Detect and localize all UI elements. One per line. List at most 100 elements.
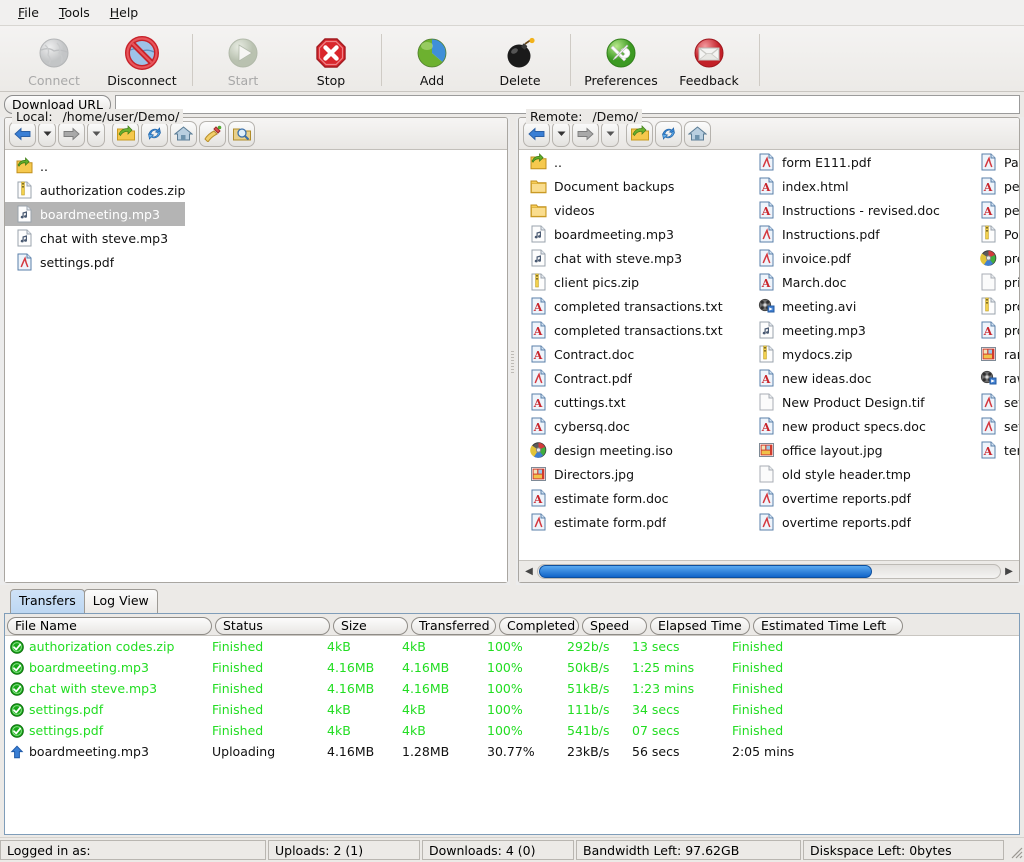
remote-column-3[interactable]: ParisAperfoApettyPortfopreseprintproduAp… — [969, 150, 1019, 560]
transfer-row[interactable]: boardmeeting.mp3 Finished 4.16MB 4.16MB 100%… — [5, 657, 1019, 678]
menu-help[interactable]: Help — [100, 3, 149, 22]
scroll-right-arrow-icon[interactable]: ▶ — [1001, 563, 1017, 581]
local-back-history-button[interactable] — [38, 120, 56, 147]
file-list-item[interactable]: boardmeeting.mp3 — [519, 222, 747, 246]
file-list-item[interactable]: Aterms — [969, 438, 1019, 462]
menu-tools[interactable]: Tools — [49, 3, 100, 22]
local-forward-history-button[interactable] — [87, 120, 105, 147]
toolbar-feedback-button[interactable]: Feedback — [665, 32, 753, 88]
transfer-row[interactable]: settings.pdf Finished 4kB 4kB 100% 111b/s 34 s… — [5, 699, 1019, 720]
file-list-item[interactable]: settin — [969, 390, 1019, 414]
toolbar-start-button[interactable]: Start — [199, 32, 287, 88]
file-list-item[interactable]: .. — [5, 154, 185, 178]
tab-transfers[interactable]: Transfers — [10, 589, 85, 613]
toolbar-stop-button[interactable]: Stop — [287, 32, 375, 88]
local-up-directory-button[interactable] — [112, 120, 139, 147]
file-list-item[interactable]: Document backups — [519, 174, 747, 198]
file-list-item[interactable]: form E111.pdf — [747, 150, 969, 174]
transfer-row[interactable]: chat with steve.mp3 Finished 4.16MB 4.16MB 1… — [5, 678, 1019, 699]
file-list-item[interactable]: chat with steve.mp3 — [519, 246, 747, 270]
file-list-item[interactable]: Acybersq.doc — [519, 414, 747, 438]
file-list-item[interactable]: Aindex.html — [747, 174, 969, 198]
column-header-transferred[interactable]: Transferred — [411, 616, 496, 635]
file-list-item[interactable]: videos — [519, 198, 747, 222]
file-list-item[interactable]: Acompleted transactions.txt — [519, 294, 747, 318]
remote-forward-button[interactable] — [572, 120, 599, 147]
remote-column-1[interactable]: .. Document backups videos boardmeeting.mp3… — [519, 150, 747, 560]
remote-forward-history-button[interactable] — [601, 120, 619, 147]
file-list-item[interactable]: prese — [969, 246, 1019, 270]
remote-back-history-button[interactable] — [552, 120, 570, 147]
transfers-table-body[interactable]: authorization codes.zip Finished 4kB 4kB 100… — [5, 636, 1019, 762]
remote-back-button[interactable] — [523, 120, 550, 147]
file-list-item[interactable]: Acompleted transactions.txt — [519, 318, 747, 342]
remote-refresh-button[interactable] — [655, 120, 682, 147]
column-header-completed[interactable]: Completed — [499, 616, 579, 635]
local-file-list[interactable]: .. authorization codes.zip boardmeeting.mp… — [5, 150, 507, 582]
remote-horizontal-scrollbar[interactable]: ◀ ▶ — [519, 560, 1019, 582]
file-list-item[interactable]: overtime reports.pdf — [747, 510, 969, 534]
file-list-item[interactable]: Instructions.pdf — [747, 222, 969, 246]
file-list-item[interactable]: Portfo — [969, 222, 1019, 246]
file-list-item[interactable]: meeting.avi — [747, 294, 969, 318]
file-list-item[interactable]: mydocs.zip — [747, 342, 969, 366]
file-list-item[interactable]: raw fe — [969, 366, 1019, 390]
file-list-item[interactable]: A March.doc — [747, 270, 969, 294]
column-header-estimated-time-left[interactable]: Estimated Time Left — [753, 616, 903, 635]
file-list-item[interactable]: design meeting.iso — [519, 438, 747, 462]
file-list-item[interactable]: office layout.jpg — [747, 438, 969, 462]
file-list-item[interactable]: Acuttings.txt — [519, 390, 747, 414]
column-header-speed[interactable]: Speed — [582, 616, 647, 635]
file-list-item[interactable]: Aprodu — [969, 318, 1019, 342]
transfer-row[interactable]: boardmeeting.mp3 Uploading 4.16MB 1.28MB 30.… — [5, 741, 1019, 762]
remote-file-list[interactable]: .. Document backups videos boardmeeting.mp3… — [519, 150, 1019, 560]
scrollbar-track[interactable] — [537, 564, 1001, 579]
toolbar-disconnect-button[interactable]: Disconnect — [98, 32, 186, 88]
column-header-size[interactable]: Size — [333, 616, 408, 635]
toolbar-preferences-button[interactable]: Preferences — [577, 32, 665, 88]
file-list-item[interactable]: ramar — [969, 342, 1019, 366]
remote-home-button[interactable] — [684, 120, 711, 147]
file-list-item[interactable]: authorization codes.zip — [5, 178, 185, 202]
file-list-item[interactable]: Paris — [969, 150, 1019, 174]
file-list-item[interactable]: Aperfo — [969, 174, 1019, 198]
resize-grip-icon[interactable] — [1006, 840, 1024, 860]
local-forward-button[interactable] — [58, 120, 85, 147]
file-list-item[interactable]: produ — [969, 294, 1019, 318]
remote-column-2[interactable]: form E111.pdf Aindex.html A Instructions - … — [747, 150, 969, 560]
local-back-button[interactable] — [9, 120, 36, 147]
file-list-item[interactable]: estimate form.pdf — [519, 510, 747, 534]
file-list-item[interactable]: Directors.jpg — [519, 462, 747, 486]
scroll-left-arrow-icon[interactable]: ◀ — [521, 563, 537, 581]
file-list-item[interactable]: Anew product specs.doc — [747, 414, 969, 438]
file-list-item[interactable]: Contract.pdf — [519, 366, 747, 390]
local-home-button[interactable] — [170, 120, 197, 147]
menu-file[interactable]: File — [8, 3, 49, 22]
file-list-item[interactable]: A Instructions - revised.doc — [747, 198, 969, 222]
file-list-item[interactable]: Anew ideas.doc — [747, 366, 969, 390]
local-refresh-button[interactable] — [141, 120, 168, 147]
remote-up-directory-button[interactable] — [626, 120, 653, 147]
file-list-item[interactable]: invoice.pdf — [747, 246, 969, 270]
tab-log-view[interactable]: Log View — [83, 589, 158, 613]
file-list-item[interactable]: print — [969, 270, 1019, 294]
file-list-item[interactable]: .. — [519, 150, 747, 174]
file-list-item[interactable]: settin — [969, 414, 1019, 438]
toolbar-connect-button[interactable]: Connect — [10, 32, 98, 88]
local-cleanup-button[interactable] — [199, 120, 226, 147]
transfer-row[interactable]: authorization codes.zip Finished 4kB 4kB 100… — [5, 636, 1019, 657]
column-header-status[interactable]: Status — [215, 616, 330, 635]
scrollbar-thumb[interactable] — [539, 565, 872, 578]
local-find-button[interactable] — [228, 120, 255, 147]
file-list-item[interactable]: Aestimate form.doc — [519, 486, 747, 510]
file-list-item[interactable]: A Contract.doc — [519, 342, 747, 366]
toolbar-delete-button[interactable]: Delete — [476, 32, 564, 88]
file-list-item[interactable]: settings.pdf — [5, 250, 185, 274]
file-list-item[interactable]: client pics.zip — [519, 270, 747, 294]
file-list-item[interactable]: Apetty — [969, 198, 1019, 222]
column-header-elapsed-time[interactable]: Elapsed Time — [650, 616, 750, 635]
file-list-item[interactable]: New Product Design.tif — [747, 390, 969, 414]
toolbar-add-button[interactable]: Add — [388, 32, 476, 88]
file-list-item[interactable]: old style header.tmp — [747, 462, 969, 486]
column-header-file-name[interactable]: File Name — [7, 616, 212, 635]
